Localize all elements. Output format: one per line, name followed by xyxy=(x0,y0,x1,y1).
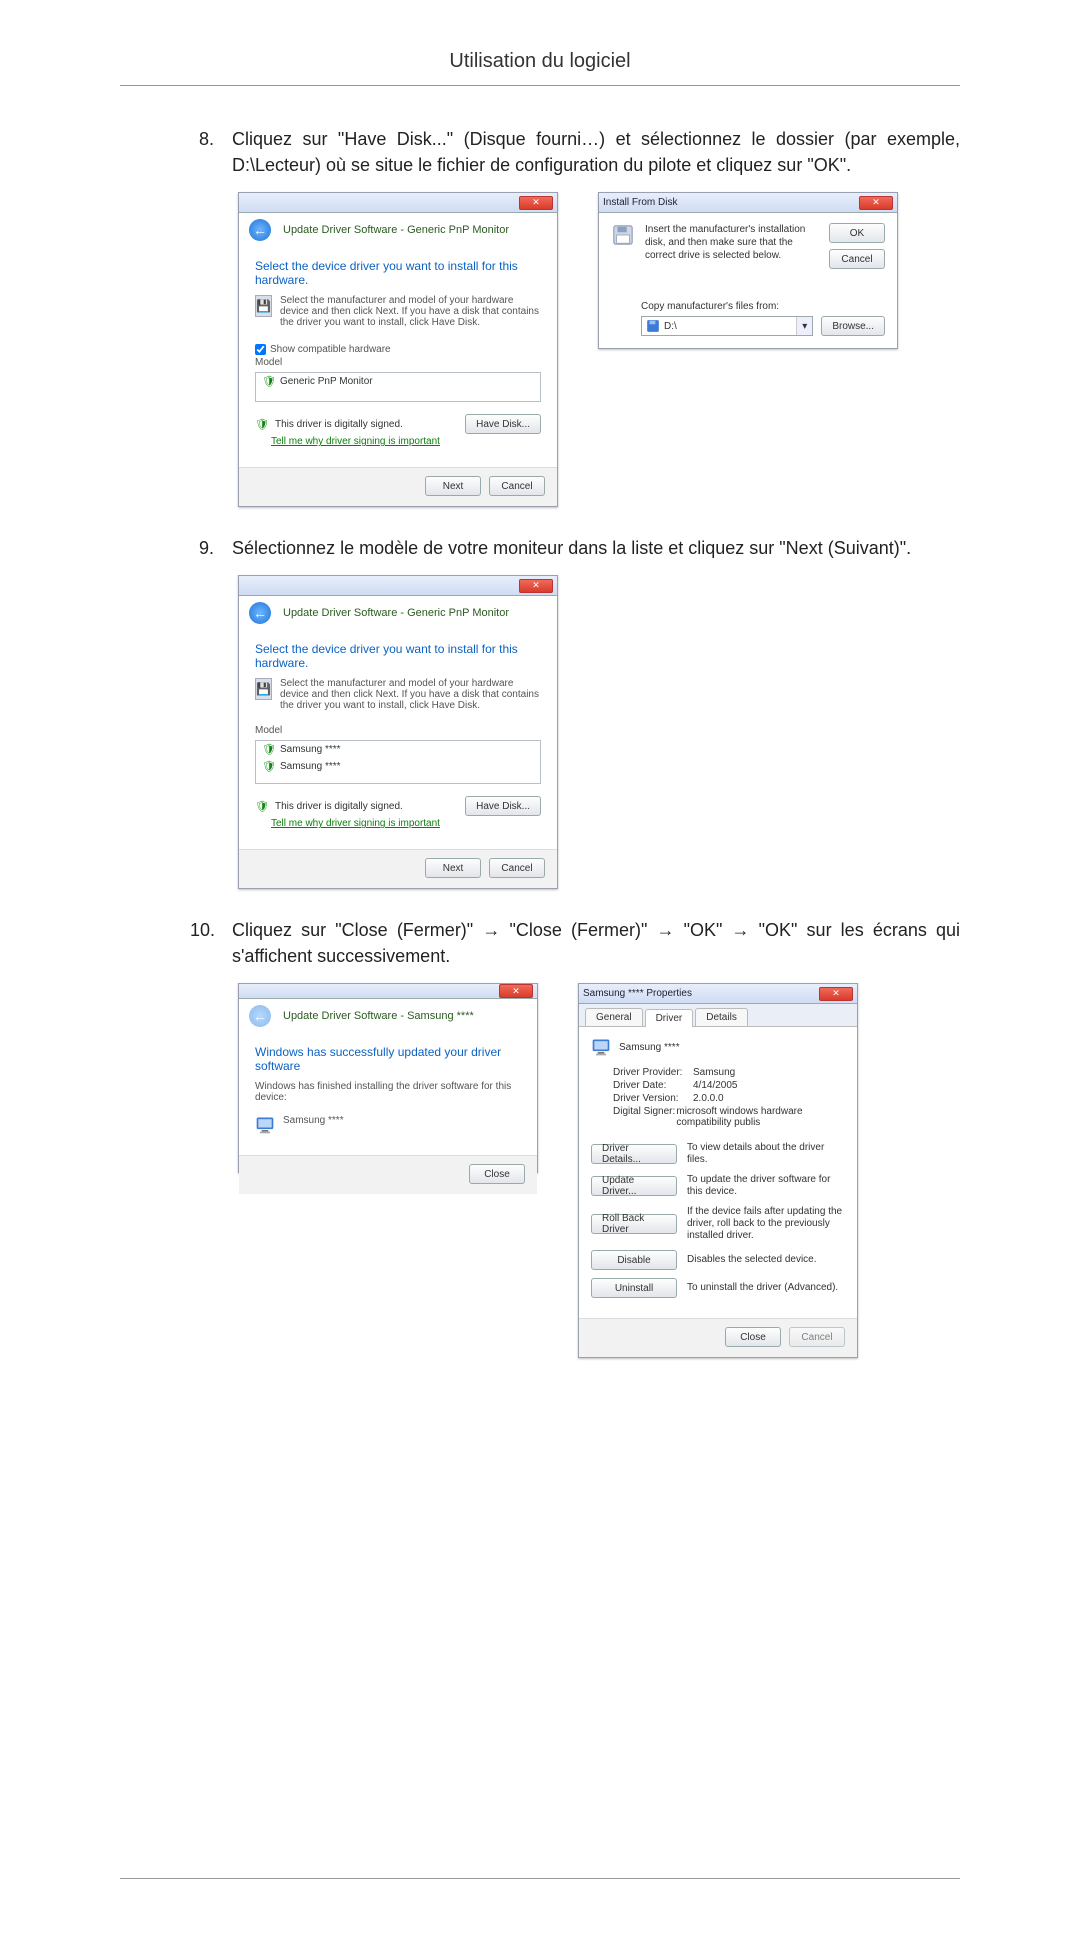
cancel-button[interactable]: Cancel xyxy=(489,476,545,496)
uninstall-button[interactable]: Uninstall xyxy=(591,1278,677,1298)
breadcrumb: Update Driver Software - Generic PnP Mon… xyxy=(283,224,509,236)
browse-button[interactable]: Browse... xyxy=(821,316,885,336)
tab-details[interactable]: Details xyxy=(695,1008,748,1026)
shield-icon: 🛡 xyxy=(255,800,269,813)
back-icon[interactable]: ← xyxy=(249,602,271,624)
update-driver-button[interactable]: Update Driver... xyxy=(591,1176,677,1196)
close-icon[interactable]: ✕ xyxy=(499,984,533,998)
back-icon: ← xyxy=(249,1005,271,1027)
tab-general[interactable]: General xyxy=(585,1008,643,1026)
dialog-description: Select the manufacturer and model of you… xyxy=(280,295,541,328)
shield-icon: 🛡 xyxy=(262,743,276,756)
dialog-heading: Select the device driver you want to ins… xyxy=(255,642,541,670)
show-compatible-checkbox[interactable] xyxy=(255,344,266,355)
dialog-heading: Select the device driver you want to ins… xyxy=(255,259,541,287)
uninstall-desc: To uninstall the driver (Advanced). xyxy=(687,1282,845,1294)
update-driver-desc: To update the driver software for this d… xyxy=(687,1174,845,1198)
cancel-button: Cancel xyxy=(789,1327,845,1347)
step-8-text: Cliquez sur "Have Disk..." (Disque fourn… xyxy=(232,126,960,178)
close-button[interactable]: Close xyxy=(725,1327,781,1347)
signer-label: Digital Signer: xyxy=(613,1106,676,1128)
provider-value: Samsung xyxy=(693,1067,735,1078)
version-label: Driver Version: xyxy=(613,1093,693,1104)
window-install-from-disk: Install From Disk ✕ Insert the manufactu… xyxy=(598,192,898,349)
signed-label: This driver is digitally signed. xyxy=(275,801,403,812)
dialog-heading: Windows has successfully updated your dr… xyxy=(255,1045,521,1073)
window-device-properties: Samsung **** Properties ✕ General Driver… xyxy=(578,983,858,1358)
monitor-icon xyxy=(591,1037,611,1057)
shield-icon: 🛡 xyxy=(255,418,269,431)
driver-details-desc: To view details about the driver files. xyxy=(687,1142,845,1166)
model-listbox[interactable]: 🛡 Samsung **** 🛡 Samsung **** xyxy=(255,740,541,784)
window-update-success: ✕ ← Update Driver Software - Samsung ***… xyxy=(238,983,538,1173)
disable-desc: Disables the selected device. xyxy=(687,1254,845,1266)
close-icon[interactable]: ✕ xyxy=(859,196,893,210)
breadcrumb: Update Driver Software - Generic PnP Mon… xyxy=(283,607,509,619)
provider-label: Driver Provider: xyxy=(613,1067,693,1078)
window-update-driver-1: ✕ ← Update Driver Software - Generic PnP… xyxy=(238,192,558,507)
close-icon[interactable]: ✕ xyxy=(519,579,553,593)
list-item[interactable]: Samsung **** xyxy=(280,761,341,772)
list-item[interactable]: Generic PnP Monitor xyxy=(280,376,373,387)
disable-button[interactable]: Disable xyxy=(591,1250,677,1270)
disk-icon: 💾 xyxy=(255,295,272,317)
signing-link[interactable]: Tell me why driver signing is important xyxy=(271,818,541,829)
selected-path: D:\ xyxy=(664,321,677,332)
have-disk-button[interactable]: Have Disk... xyxy=(465,796,541,816)
step-10-text: Cliquez sur "Close (Fermer)" → "Close (F… xyxy=(232,917,960,969)
chevron-down-icon[interactable]: ▾ xyxy=(796,317,812,335)
monitor-icon xyxy=(255,1115,275,1135)
model-header: Model xyxy=(255,725,541,736)
show-compatible-label: Show compatible hardware xyxy=(270,344,391,355)
step-10-number: 10. xyxy=(190,917,232,943)
step-9-number: 9. xyxy=(190,535,232,561)
window-update-driver-2: ✕ ← Update Driver Software - Generic PnP… xyxy=(238,575,558,889)
dialog-description: Select the manufacturer and model of you… xyxy=(280,678,541,711)
rollback-driver-desc: If the device fails after updating the d… xyxy=(687,1206,845,1242)
version-value: 2.0.0.0 xyxy=(693,1093,724,1104)
next-button[interactable]: Next xyxy=(425,476,481,496)
step-9-text: Sélectionnez le modèle de votre moniteur… xyxy=(232,535,960,561)
date-label: Driver Date: xyxy=(613,1080,693,1091)
cancel-button[interactable]: Cancel xyxy=(829,249,885,269)
ifd-description: Insert the manufacturer's installation d… xyxy=(645,223,819,269)
back-icon[interactable]: ← xyxy=(249,219,271,241)
breadcrumb: Update Driver Software - Samsung **** xyxy=(283,1010,474,1022)
have-disk-button[interactable]: Have Disk... xyxy=(465,414,541,434)
signed-label: This driver is digitally signed. xyxy=(275,419,403,430)
footer-rule xyxy=(120,1878,960,1879)
next-button[interactable]: Next xyxy=(425,858,481,878)
signing-link[interactable]: Tell me why driver signing is important xyxy=(271,436,541,447)
rollback-driver-button[interactable]: Roll Back Driver xyxy=(591,1214,677,1234)
signer-value: microsoft windows hardware compatibility… xyxy=(676,1106,845,1128)
window-title: Install From Disk xyxy=(603,197,677,208)
dialog-description: Windows has finished installing the driv… xyxy=(255,1081,521,1103)
window-title: Samsung **** Properties xyxy=(583,988,692,999)
copy-from-combobox[interactable]: D:\ ▾ xyxy=(641,316,813,336)
model-header: Model xyxy=(255,357,541,368)
cancel-button[interactable]: Cancel xyxy=(489,858,545,878)
list-item[interactable]: Samsung **** xyxy=(280,744,341,755)
device-name: Samsung **** xyxy=(619,1042,680,1053)
disk-icon: 💾 xyxy=(255,678,272,700)
device-name: Samsung **** xyxy=(283,1115,344,1126)
driver-details-button[interactable]: Driver Details... xyxy=(591,1144,677,1164)
close-button[interactable]: Close xyxy=(469,1164,525,1184)
copy-from-label: Copy manufacturer's files from: xyxy=(641,301,885,312)
model-listbox[interactable]: 🛡 Generic PnP Monitor xyxy=(255,372,541,402)
step-8-number: 8. xyxy=(190,126,232,152)
date-value: 4/14/2005 xyxy=(693,1080,738,1091)
tab-driver[interactable]: Driver xyxy=(645,1009,694,1027)
page-title: Utilisation du logiciel xyxy=(120,50,960,86)
shield-icon: 🛡 xyxy=(262,375,276,388)
shield-icon: 🛡 xyxy=(262,760,276,773)
close-icon[interactable]: ✕ xyxy=(519,196,553,210)
drive-icon xyxy=(646,319,660,333)
ok-button[interactable]: OK xyxy=(829,223,885,243)
close-icon[interactable]: ✕ xyxy=(819,987,853,1001)
floppy-icon xyxy=(611,223,635,247)
